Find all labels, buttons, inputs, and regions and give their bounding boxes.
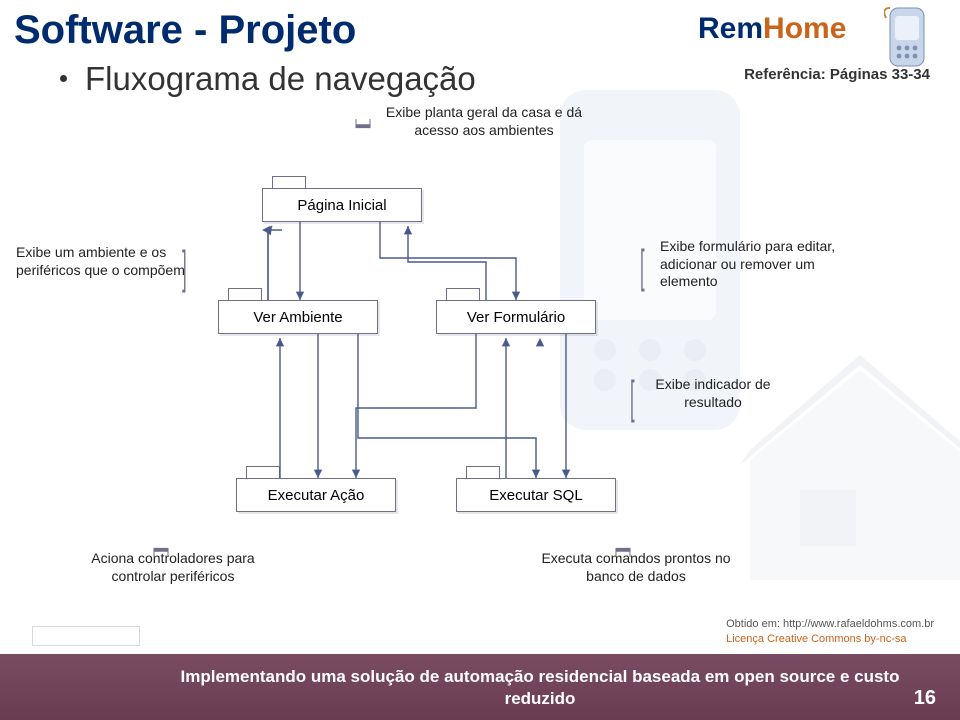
node-tab (272, 176, 306, 188)
node-tab (466, 466, 500, 478)
phone-icon (884, 6, 930, 68)
node-sql: Executar SQL (456, 478, 616, 512)
node-formulario: Ver Formulário (436, 300, 596, 334)
node-tab (446, 288, 480, 300)
node-tab (228, 288, 262, 300)
remhome-logo: RemHome (650, 6, 930, 68)
node-acao: Executar Ação (236, 478, 396, 512)
annotation-bottom-left: Aciona controladores para controlar peri… (78, 550, 268, 585)
annotation-bottom-right: Executa comandos prontos no banco de dad… (536, 550, 736, 585)
brace-icon: [ (640, 239, 644, 293)
annotation-top: Exibe planta geral da casa e dá acesso a… (384, 104, 584, 139)
annotation-right: Exibe formulário para editar, adicionar … (660, 238, 860, 291)
annotation-left: Exibe um ambiente e os periféricos que o… (16, 244, 186, 279)
brace-icon: [ (630, 370, 634, 424)
node-tab (246, 466, 280, 478)
slide-bullet: Fluxograma de navegação (60, 60, 476, 98)
brace-icon: [ (153, 545, 172, 558)
decorative-box (32, 626, 140, 646)
bullet-dot-icon (60, 75, 67, 82)
reference-text: Referência: Páginas 33-34 (744, 66, 930, 83)
credits-obtido: Obtido em: http://www.rafaeldohms.com.br (726, 617, 934, 631)
node-ambiente: Ver Ambiente (218, 300, 378, 334)
footer-bar: Implementando uma solução de automação r… (0, 654, 960, 720)
logo-home: Home (763, 12, 846, 45)
brace-icon: [ (352, 119, 371, 132)
brace-icon: [ (615, 545, 634, 558)
footer-text: Implementando uma solução de automação r… (0, 654, 960, 710)
annotation-result: Exibe indicador de resultado (648, 376, 778, 411)
bullet-text: Fluxograma de navegação (85, 60, 476, 97)
slide-title: Software - Projeto (14, 8, 356, 53)
page-number: 16 (914, 687, 936, 710)
credits: Obtido em: http://www.rafaeldohms.com.br… (726, 617, 934, 646)
logo-rem: Rem (698, 12, 763, 45)
node-inicial: Página Inicial (262, 188, 422, 222)
brace-icon: ] (182, 240, 186, 294)
credits-license: Licença Creative Commons by-nc-sa (726, 632, 934, 646)
